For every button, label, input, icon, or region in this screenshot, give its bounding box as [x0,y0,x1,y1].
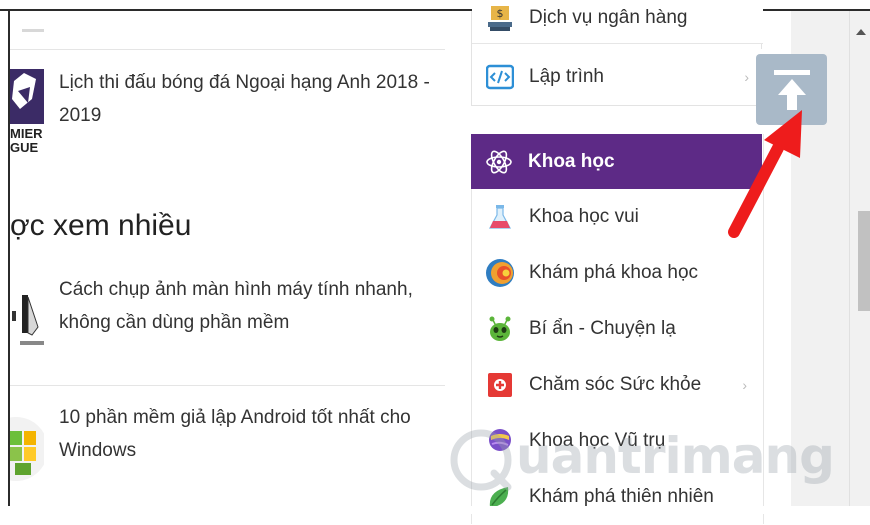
menu-item-science[interactable]: Khoa học [471,134,762,189]
android-thumbnail[interactable] [10,403,44,489]
menu-item-label: Khoa học [528,150,615,172]
svg-text:$: $ [497,7,504,20]
scrollbar-thumb[interactable] [858,211,870,311]
vertical-scrollbar[interactable] [849,11,870,506]
chevron-right-icon: › [744,69,749,85]
article-title[interactable]: Lịch thi đấu bóng đá Ngoại hạng Anh 2018… [59,66,439,132]
article-list-column: MIER GUE Lịch thi đấu bóng đá Ngoại hạng… [10,11,445,506]
atom-icon [484,147,514,177]
planet-icon [485,426,515,456]
thumb-text-line: GUE [10,140,39,155]
menu-item-fun-science[interactable]: Khoa học vui [472,189,761,246]
menu-item-explore-science[interactable]: Khám phá khoa học [472,245,761,302]
menu-item-mysteries[interactable]: Bí ẩn - Chuyện lạ [472,301,761,358]
red-arrow-annotation [728,110,802,238]
menu-item-health[interactable]: Chăm sóc Sức khỏe › [472,357,761,414]
menu-item-label: Khám phá thiên nhiên [529,486,714,507]
menu-item-label: Khoa học Vũ trụ [529,430,666,451]
window-bottom-edge [0,506,870,514]
menu-item-programming[interactable]: Lập trình › [472,49,763,105]
menu-item-label: Khoa học vui [529,206,639,227]
menu-item-label: Dịch vụ ngân hàng [529,7,688,28]
health-icon [485,370,515,400]
menu-item-label: Khám phá khoa học [529,262,699,283]
alien-icon [485,314,515,344]
article-title[interactable]: 10 phần mềm giả lập Android tốt nhất cho… [59,401,439,467]
monitor-thumbnail[interactable] [10,275,44,361]
menu-item-label: Bí ẩn - Chuyện lạ [529,318,676,339]
divider [10,385,445,386]
divider [10,49,445,50]
thumb-text: MIER GUE [10,127,43,155]
bank-icon: $ [485,3,515,33]
menu-item-space-science[interactable]: Khoa học Vũ trụ [472,413,761,470]
menu-item-label: Lập trình [529,66,604,87]
menu-item-label: Chăm sóc Sức khỏe [529,374,702,395]
menu-item-banking[interactable]: $ Dịch vụ ngân hàng [472,0,763,44]
earth-layers-icon [485,258,515,288]
flask-icon [485,202,515,232]
menu-item-nature[interactable]: Khám phá thiên nhiên [472,469,761,525]
article-title[interactable]: Cách chụp ảnh màn hình máy tính nhanh, k… [59,273,439,339]
scroll-up-arrow-icon[interactable] [856,29,866,35]
section-title: ợc xem nhiều [10,209,192,242]
menu-group: $ Dịch vụ ngân hàng Lập trình › [471,0,763,106]
premier-league-thumbnail[interactable]: MIER GUE [10,69,44,155]
truncated-item-marker [22,29,44,32]
code-icon [485,62,515,92]
thumb-text-line: MIER [10,126,43,141]
chevron-right-icon: › [742,377,747,393]
